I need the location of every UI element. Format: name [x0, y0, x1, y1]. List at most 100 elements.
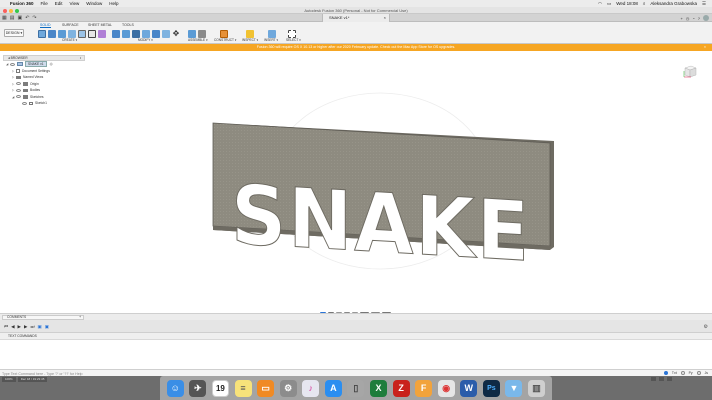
move-icon[interactable]: ✥ — [172, 30, 180, 38]
js-radio[interactable] — [696, 371, 701, 375]
status-icon[interactable] — [659, 377, 664, 381]
avatar[interactable] — [703, 15, 709, 21]
downloads-folder-icon[interactable]: ▼ — [505, 379, 523, 397]
select-icon[interactable] — [288, 30, 296, 38]
status-icon[interactable] — [667, 377, 672, 381]
zoom-window-button[interactable] — [15, 8, 19, 13]
document-tab[interactable]: SNAKE v1* × — [322, 14, 390, 22]
close-window-button[interactable] — [3, 8, 7, 13]
measure-icon[interactable] — [246, 30, 254, 38]
scale-icon[interactable] — [162, 30, 170, 38]
step-forward-icon[interactable]: ▶ — [24, 324, 27, 330]
create-sketch-icon[interactable] — [38, 30, 46, 38]
language-selector: Txt Py Js — [663, 371, 708, 375]
group-insert[interactable]: INSERT ▾ — [264, 38, 278, 42]
workspace-switcher[interactable]: DESIGN ▾ — [4, 29, 24, 37]
itunes-icon[interactable]: ♪ — [302, 379, 320, 397]
insert-image-icon[interactable] — [268, 30, 276, 38]
extrude-icon[interactable] — [48, 30, 56, 38]
go-to-end-icon[interactable]: ⏭ — [30, 324, 34, 330]
trash-icon[interactable]: ▥ — [528, 379, 546, 397]
shell-icon[interactable] — [142, 30, 150, 38]
stencil-plate[interactable]: SNAKE — [212, 122, 554, 281]
revolve-icon[interactable] — [58, 30, 66, 38]
group-inspect[interactable]: INSPECT ▾ — [242, 38, 258, 42]
fusion-360-icon[interactable]: F — [415, 379, 433, 397]
calendar-icon[interactable]: 19 — [211, 379, 229, 397]
timeline-settings-icon[interactable]: ⚙ — [704, 324, 708, 330]
status-icon[interactable] — [651, 377, 656, 381]
offset-plane-icon[interactable] — [220, 30, 228, 38]
tab-tools[interactable]: TOOLS — [122, 23, 134, 27]
menu-file[interactable]: File — [41, 1, 48, 6]
menu-window[interactable]: Window — [86, 1, 102, 6]
menu-help[interactable]: Help — [109, 1, 118, 6]
tab-solid[interactable]: SOLID — [40, 23, 51, 28]
go-to-start-icon[interactable]: ⏮ — [4, 324, 8, 330]
fillet-icon[interactable] — [122, 30, 130, 38]
press-pull-icon[interactable] — [112, 30, 120, 38]
app-menu-name[interactable]: Fusion 360 — [10, 1, 34, 6]
extrude-feature-icon[interactable]: ▣ — [45, 324, 49, 330]
combine-icon[interactable] — [152, 30, 160, 38]
ibooks-icon[interactable]: ▭ — [257, 379, 275, 397]
tab-surface[interactable]: SURFACE — [62, 23, 79, 27]
tab-sheet-metal[interactable]: SHEET METAL — [88, 23, 112, 27]
excel-icon[interactable]: X — [369, 379, 387, 397]
notes-icon[interactable]: ≡ — [234, 379, 252, 397]
battery-icon[interactable]: ▭ — [607, 1, 611, 7]
clock[interactable]: Wed 18:08 — [616, 1, 638, 6]
photoshop-icon[interactable]: Ps — [482, 379, 500, 397]
keka-icon[interactable]: ▯ — [347, 379, 365, 397]
comments-panel[interactable]: COMMENTS + — [2, 314, 84, 320]
notifications-icon[interactable]: ◔ — [692, 16, 694, 21]
box-icon[interactable] — [78, 30, 86, 38]
move-copy-icon[interactable] — [88, 30, 96, 38]
word-icon[interactable]: W — [460, 379, 478, 397]
new-component-icon[interactable] — [188, 30, 196, 38]
chamfer-icon[interactable] — [132, 30, 140, 38]
launchpad-icon[interactable]: ✈ — [189, 379, 207, 397]
finder-icon[interactable]: ☺ — [166, 379, 184, 397]
txt-radio[interactable] — [663, 371, 668, 375]
spotlight-icon[interactable]: ⌕ — [643, 1, 646, 6]
system-preferences-icon[interactable]: ⚙ — [279, 379, 297, 397]
app-store-icon[interactable]: A — [324, 379, 342, 397]
job-status-icon[interactable]: ◷ — [686, 16, 690, 21]
play-icon[interactable]: ▶ — [18, 324, 21, 330]
grid-menu-icon[interactable]: ▦ — [2, 15, 7, 21]
close-tab-icon[interactable]: × — [384, 14, 386, 22]
group-create[interactable]: CREATE ▾ — [62, 38, 77, 42]
group-assemble[interactable]: ASSEMBLE ▾ — [188, 38, 208, 42]
redo-icon[interactable]: ↷ — [32, 15, 36, 21]
file-icon[interactable]: ▤ — [10, 15, 15, 21]
wifi-icon[interactable]: ◠ — [598, 1, 602, 7]
filezilla-icon[interactable]: Z — [392, 379, 410, 397]
menu-edit[interactable]: Edit — [55, 1, 63, 6]
view-cube[interactable] — [682, 63, 698, 79]
form-icon[interactable] — [98, 30, 106, 38]
group-construct[interactable]: CONSTRUCT ▾ — [214, 38, 236, 42]
joint-icon[interactable] — [198, 30, 206, 38]
group-modify[interactable]: MODIFY ▾ — [138, 38, 153, 42]
menu-extras-icon[interactable]: ☰ — [702, 1, 706, 7]
step-back-icon[interactable]: ◀ — [11, 324, 14, 330]
menu-view[interactable]: View — [70, 1, 80, 6]
chrome-icon[interactable]: ◉ — [437, 379, 455, 397]
design-canvas[interactable]: ◂ BROWSER • ◢ SNAKE v1 ◎ ▷ Document Sett… — [0, 51, 712, 317]
minimize-window-button[interactable] — [9, 8, 13, 13]
save-icon[interactable]: ▣ — [17, 15, 22, 21]
close-banner-icon[interactable]: × — [704, 44, 706, 51]
group-select[interactable]: SELECT ▾ — [286, 38, 301, 42]
new-tab-icon[interactable]: + — [681, 16, 683, 21]
header-right-tools: + ◷ ◔ ? — [681, 15, 709, 21]
user-name[interactable]: Aleksandra Grabowska — [650, 1, 697, 6]
undo-icon[interactable]: ↶ — [25, 15, 29, 21]
dock: ☺ ✈ 19 ≡ ▭ ⚙ ♪ A ▯ X Z F ◉ W Ps ▼ ▥ — [160, 376, 552, 400]
help-icon[interactable]: ? — [698, 16, 700, 21]
sketch-feature-icon[interactable]: ▣ — [38, 324, 42, 330]
ribbon-toolbar: DESIGN ▾ SOLID SURFACE SHEET METAL TOOLS… — [0, 22, 712, 44]
sweep-icon[interactable] — [68, 30, 76, 38]
add-comment-icon[interactable]: + — [79, 315, 81, 320]
py-radio[interactable] — [680, 371, 685, 375]
